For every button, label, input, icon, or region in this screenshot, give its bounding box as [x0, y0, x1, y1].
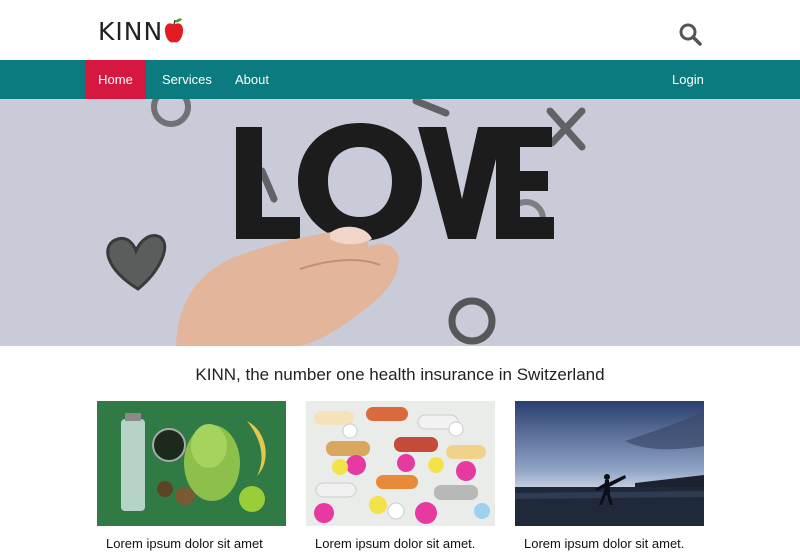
card-image-beach[interactable] — [515, 401, 704, 526]
card-caption: Lorem ipsum dolor sit amet. — [315, 536, 476, 551]
apple-icon — [165, 18, 184, 43]
card-image-food[interactable] — [97, 401, 286, 526]
tagline: KINN, the number one health insurance in… — [195, 365, 605, 384]
hero-banner — [0, 99, 800, 346]
card-caption: Lorem ipsum dolor sit amet — [106, 536, 263, 551]
logo-text: KINN — [98, 16, 164, 46]
nav-item-services[interactable]: Services — [146, 60, 228, 99]
search-icon[interactable] — [678, 22, 702, 46]
card-caption: Lorem ipsum dolor sit amet. — [524, 536, 685, 551]
card-image-pills[interactable] — [306, 401, 495, 526]
nav-item-login[interactable]: Login — [656, 60, 720, 99]
main-nav: Home Services About Login — [0, 60, 800, 99]
beach-karate-photo — [515, 401, 704, 526]
love-hero-image — [0, 99, 800, 346]
healthy-food-photo — [97, 401, 286, 526]
nav-item-home[interactable]: Home — [85, 60, 146, 99]
pills-photo — [306, 401, 495, 526]
nav-item-about[interactable]: About — [219, 60, 285, 99]
site-header: KINN — [0, 0, 800, 60]
kinn-logo[interactable]: KINN — [98, 16, 185, 46]
